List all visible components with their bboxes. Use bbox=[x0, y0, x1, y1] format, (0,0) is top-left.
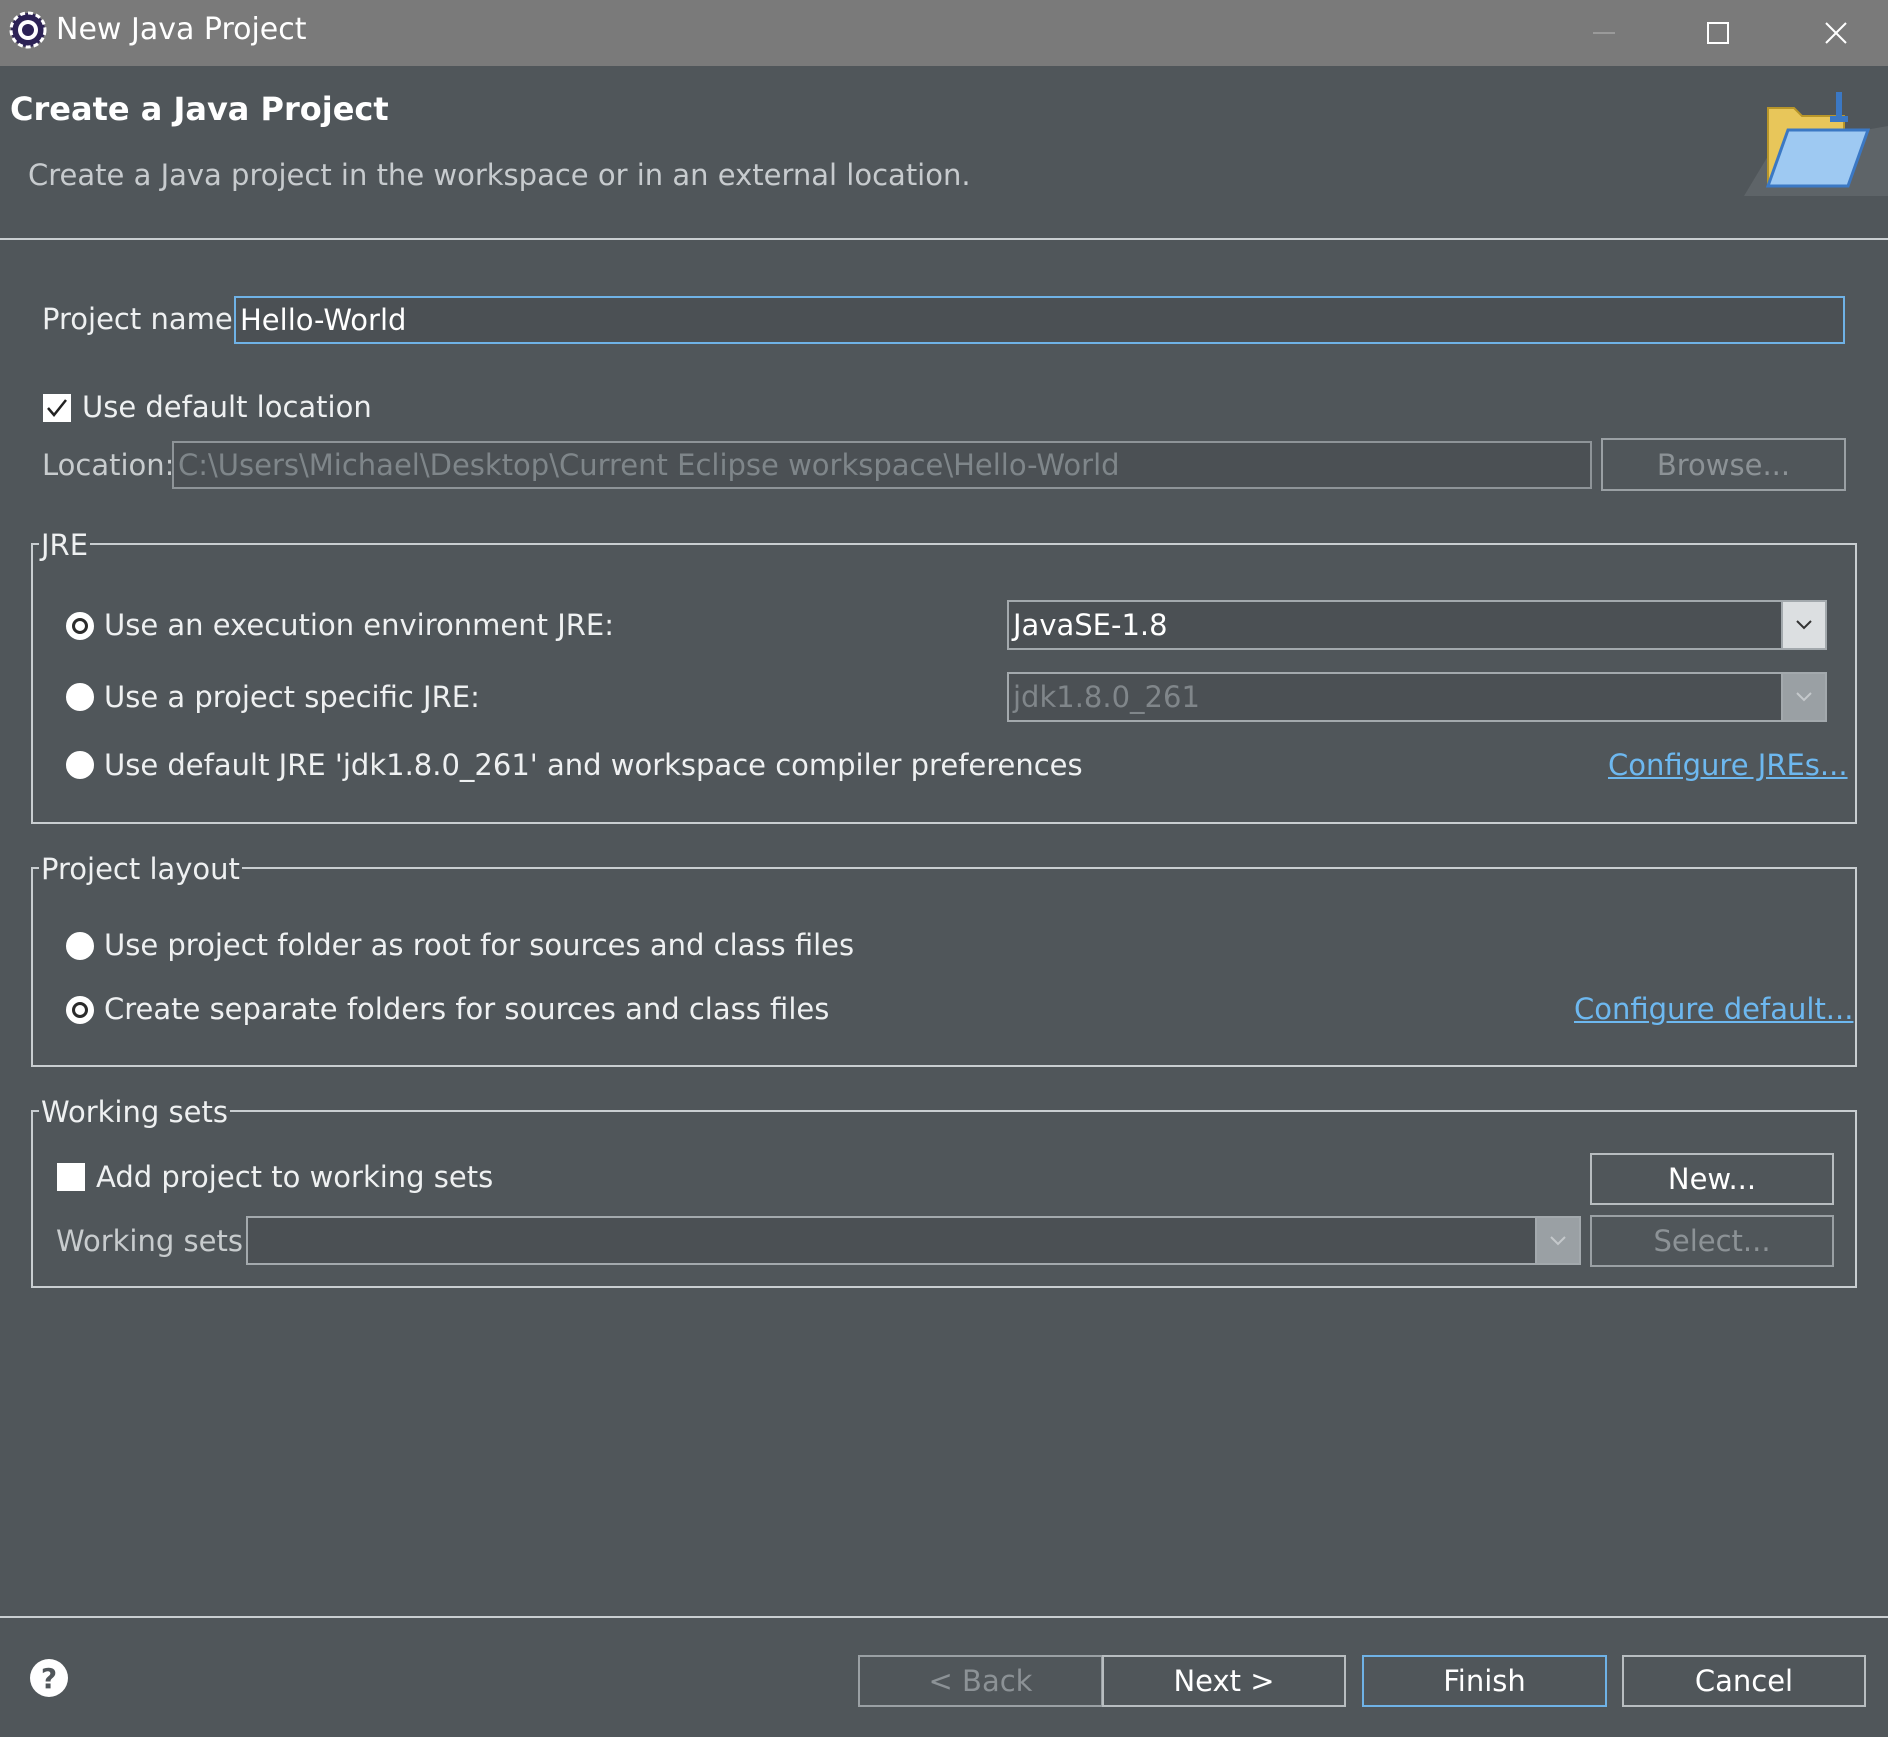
select-working-sets-button[interactable]: Select... bbox=[1590, 1215, 1834, 1267]
layout-separate-radio[interactable] bbox=[66, 996, 94, 1024]
configure-default-link[interactable]: Configure default... bbox=[1574, 992, 1853, 1026]
location-input[interactable]: C:\Users\Michael\Desktop\Current Eclipse… bbox=[172, 441, 1592, 489]
jre-project-specific-label: Use a project specific JRE: bbox=[104, 680, 480, 714]
configure-jres-link[interactable]: Configure JREs... bbox=[1608, 748, 1848, 782]
wizard-header: Create a Java Project Create a Java proj… bbox=[0, 66, 1888, 240]
jre-exec-env-label: Use an execution environment JRE: bbox=[104, 608, 615, 642]
execution-environment-select[interactable]: JavaSE-1.8 bbox=[1007, 600, 1827, 650]
chevron-down-icon bbox=[1781, 674, 1825, 720]
jre-exec-env-radio[interactable] bbox=[66, 612, 94, 640]
help-icon: ? bbox=[40, 1661, 58, 1695]
project-layout-group-title: Project layout bbox=[39, 852, 242, 886]
add-to-working-sets-checkbox[interactable] bbox=[57, 1163, 85, 1191]
eclipse-app-icon bbox=[8, 10, 48, 50]
project-layout-group bbox=[31, 867, 1857, 1067]
maximize-icon bbox=[1707, 22, 1729, 44]
project-name-input[interactable]: Hello-World bbox=[234, 296, 1845, 344]
close-button[interactable] bbox=[1786, 0, 1886, 66]
chevron-down-icon bbox=[1535, 1218, 1579, 1263]
footer-separator bbox=[0, 1616, 1888, 1618]
checkmark-icon bbox=[47, 399, 67, 417]
page-description: Create a Java project in the workspace o… bbox=[28, 158, 971, 192]
add-to-working-sets-label: Add project to working sets bbox=[96, 1160, 494, 1194]
window-title: New Java Project bbox=[56, 12, 307, 47]
jre-project-specific-radio[interactable] bbox=[66, 683, 94, 711]
back-button[interactable]: < Back bbox=[858, 1655, 1103, 1707]
jre-default-label: Use default JRE 'jdk1.8.0_261' and works… bbox=[104, 748, 1083, 782]
cancel-button[interactable]: Cancel bbox=[1622, 1655, 1866, 1707]
project-specific-jre-select[interactable]: jdk1.8.0_261 bbox=[1007, 672, 1827, 722]
new-working-set-button[interactable]: New... bbox=[1590, 1153, 1834, 1205]
close-icon bbox=[1825, 22, 1847, 44]
layout-root-label: Use project folder as root for sources a… bbox=[104, 928, 855, 962]
next-button[interactable]: Next > bbox=[1102, 1655, 1346, 1707]
maximize-button[interactable] bbox=[1668, 0, 1768, 66]
execution-environment-value: JavaSE-1.8 bbox=[1013, 608, 1168, 642]
project-name-label: Project name: bbox=[42, 302, 243, 336]
browse-button[interactable]: Browse... bbox=[1601, 438, 1846, 491]
minimize-icon bbox=[1593, 32, 1615, 34]
chevron-down-icon bbox=[1781, 602, 1825, 648]
layout-separate-label: Create separate folders for sources and … bbox=[104, 992, 830, 1026]
project-specific-jre-value: jdk1.8.0_261 bbox=[1013, 680, 1200, 714]
title-bar: New Java Project bbox=[0, 0, 1888, 66]
layout-root-radio[interactable] bbox=[66, 932, 94, 960]
help-button[interactable]: ? bbox=[30, 1659, 68, 1697]
working-sets-select[interactable] bbox=[246, 1216, 1581, 1265]
finish-button[interactable]: Finish bbox=[1362, 1655, 1607, 1707]
minimize-button[interactable] bbox=[1554, 0, 1654, 66]
use-default-location-label: Use default location bbox=[82, 390, 372, 424]
working-sets-group-title: Working sets bbox=[39, 1095, 230, 1129]
working-sets-label: Working sets: bbox=[56, 1224, 253, 1258]
page-title: Create a Java Project bbox=[10, 90, 389, 128]
use-default-location-checkbox[interactable] bbox=[43, 394, 71, 422]
location-label: Location: bbox=[42, 448, 175, 482]
jre-group-title: JRE bbox=[39, 528, 91, 562]
jre-default-radio[interactable] bbox=[66, 751, 94, 779]
new-java-project-folder-icon bbox=[1744, 86, 1888, 206]
